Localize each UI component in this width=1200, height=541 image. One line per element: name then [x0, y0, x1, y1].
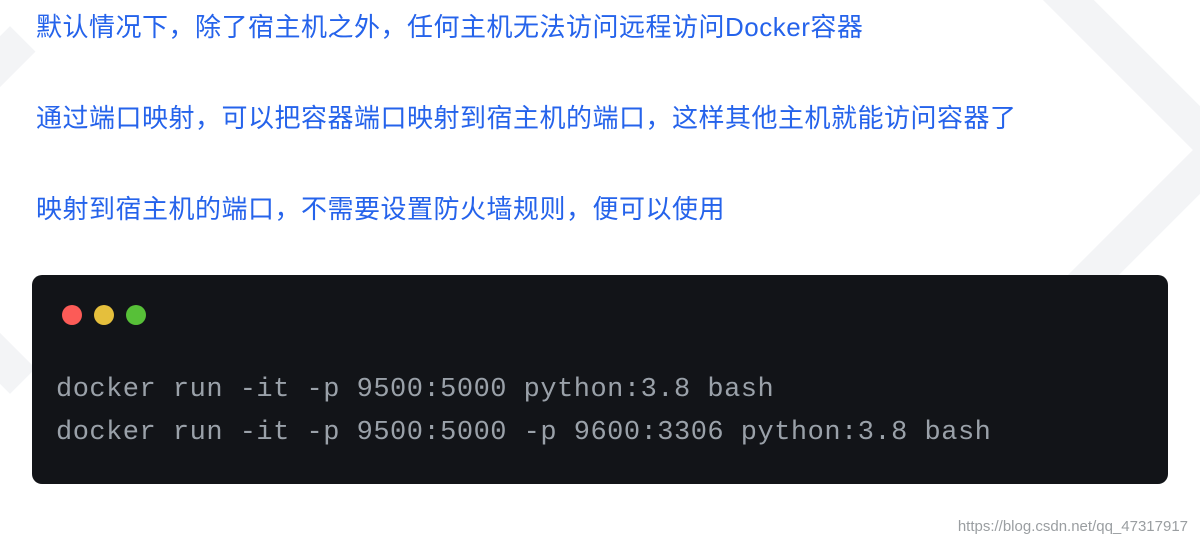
- terminal-line-2: docker run -it -p 9500:5000 -p 9600:3306…: [56, 412, 1144, 455]
- zoom-icon[interactable]: [126, 305, 146, 325]
- minimize-icon[interactable]: [94, 305, 114, 325]
- terminal-line-1: docker run -it -p 9500:5000 python:3.8 b…: [56, 369, 1144, 412]
- paragraph-3: 映射到宿主机的端口，不需要设置防火墙规则，便可以使用: [36, 192, 1164, 227]
- paragraph-2: 通过端口映射，可以把容器端口映射到宿主机的端口，这样其他主机就能访问容器了: [36, 101, 1164, 136]
- watermark-text: https://blog.csdn.net/qq_47317917: [958, 518, 1188, 535]
- article-content: 默认情况下，除了宿主机之外，任何主机无法访问远程访问Docker容器 通过端口映…: [0, 0, 1200, 227]
- window-controls: [62, 305, 1144, 325]
- close-icon[interactable]: [62, 305, 82, 325]
- terminal-window: docker run -it -p 9500:5000 python:3.8 b…: [32, 275, 1168, 483]
- paragraph-1: 默认情况下，除了宿主机之外，任何主机无法访问远程访问Docker容器: [36, 10, 1164, 45]
